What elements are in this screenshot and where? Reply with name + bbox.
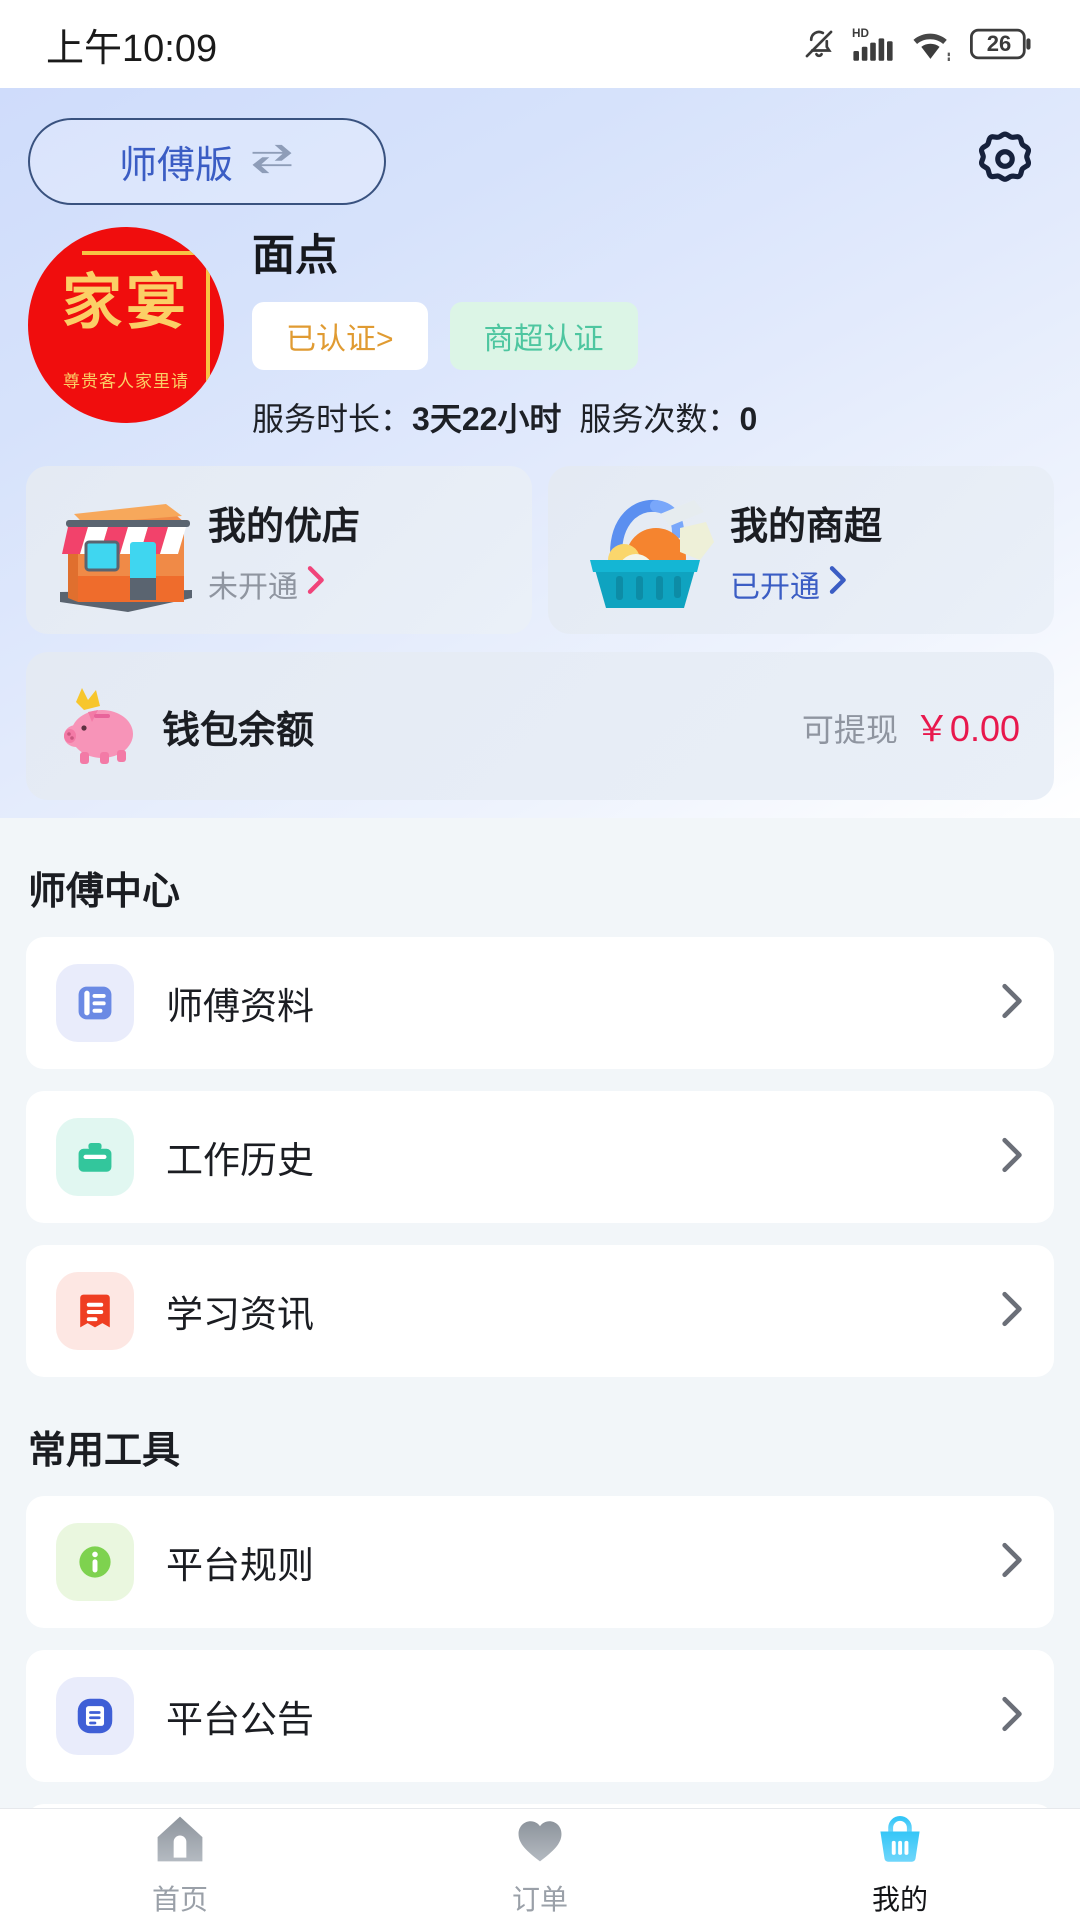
news-document-icon [56, 1272, 134, 1350]
profile-info: 面点 已认证> 商超认证 服务时长：3天22小时 服务次数：0 [224, 227, 757, 440]
swap-arrows-icon [249, 142, 295, 181]
service-count-label: 服务次数： [579, 401, 740, 438]
tab-mine[interactable]: 我的 [720, 1811, 1080, 1918]
header-top-row: 师傅版 [0, 88, 1080, 205]
avatar[interactable]: 家宴 尊贵客人家里请 [28, 227, 224, 423]
store-card-title: 我的优店 [208, 505, 361, 548]
menu-area: 师傅中心 师傅资料 工作历史 学习资讯 常用工具 平台规则 平台公告 [0, 818, 1080, 1848]
basket-icon [871, 1811, 929, 1872]
service-duration-value: 3天22小时 [412, 401, 562, 438]
chevron-right-icon [826, 565, 848, 603]
settings-button[interactable] [972, 129, 1038, 195]
list-item-work-history[interactable]: 工作历史 [26, 1091, 1054, 1223]
chevron-right-icon [998, 982, 1024, 1025]
section-list-common-tools: 平台规则 平台公告 [0, 1496, 1080, 1848]
store-card-shangchao[interactable]: 我的商超 已开通 [548, 466, 1054, 635]
store-card-title: 我的商超 [730, 505, 883, 548]
chevron-right-icon [998, 1695, 1024, 1738]
status-icon-group: HD 26 [802, 25, 1034, 63]
battery-level: 26 [986, 31, 1012, 56]
heart-icon [511, 1811, 569, 1872]
bottom-tab-bar: 首页 订单 我的 [0, 1808, 1080, 1920]
store-card-text: 我的优店 未开通 [202, 495, 360, 606]
info-circle-icon [56, 1523, 134, 1601]
tab-label: 我的 [871, 1884, 928, 1915]
list-item-label: 平台规则 [166, 1545, 314, 1586]
status-bar: 上午10:09 HD 26 [0, 0, 1080, 88]
section-title-common-tools: 常用工具 [28, 1430, 181, 1472]
tab-orders[interactable]: 订单 [360, 1811, 720, 1918]
gear-icon [974, 128, 1036, 195]
avatar-main-text: 家宴 [62, 268, 190, 338]
section-title-master-center: 师傅中心 [28, 871, 181, 913]
avatar-sub-text: 尊贵客人家里请 [63, 372, 189, 391]
wallet-card[interactable]: 钱包余额 可提现 ￥0.00 [26, 652, 1054, 801]
chevron-right-icon [998, 1541, 1024, 1584]
bell-off-icon [802, 26, 836, 62]
status-time: 上午10:09 [46, 27, 218, 70]
list-item-learning-news[interactable]: 学习资讯 [26, 1245, 1054, 1377]
service-count-value: 0 [739, 401, 758, 438]
chevron-right-icon [998, 1136, 1024, 1179]
list-item-master-profile[interactable]: 师傅资料 [26, 937, 1054, 1069]
store-card-status-label: 已开通 [730, 570, 820, 604]
home-icon [151, 1811, 209, 1872]
list-item-platform-rules[interactable]: 平台规则 [26, 1496, 1054, 1628]
piggy-bank-icon [54, 680, 146, 772]
badge-group: 已认证> 商超认证 [252, 302, 757, 371]
id-card-icon [56, 964, 134, 1042]
announcement-icon [56, 1677, 134, 1755]
chevron-right-icon [304, 565, 326, 603]
tab-label: 订单 [511, 1884, 568, 1915]
tab-label: 首页 [151, 1884, 208, 1915]
svg-text:HD: HD [852, 27, 869, 40]
wallet-amount-group: 可提现 ￥0.00 [802, 700, 1020, 752]
wallet-amount: ￥0.00 [913, 708, 1020, 750]
list-item-platform-announcement[interactable]: 平台公告 [26, 1650, 1054, 1782]
wallet-title: 钱包余额 [162, 709, 315, 752]
tab-home[interactable]: 首页 [0, 1811, 360, 1918]
wallet-withdraw-label: 可提现 [801, 712, 898, 749]
battery-icon: 26 [970, 27, 1034, 61]
section-list-master-center: 师傅资料 工作历史 学习资讯 [0, 937, 1080, 1377]
list-item-label: 学习资讯 [166, 1294, 314, 1335]
list-item-label: 平台公告 [166, 1699, 314, 1740]
storefront-icon [42, 480, 202, 620]
profile-name: 面点 [252, 232, 338, 280]
status-badge-certified[interactable]: 已认证> [252, 302, 428, 371]
role-switch-label: 师傅版 [118, 145, 233, 187]
wifi-icon [910, 25, 954, 63]
store-card-status[interactable]: 已开通 [730, 562, 882, 606]
shopping-basket-icon [564, 480, 724, 620]
list-item-label: 师傅资料 [166, 986, 314, 1027]
hd-signal-icon: HD [852, 25, 894, 63]
role-switch-button[interactable]: 师傅版 [28, 118, 386, 205]
profile-header: 师傅版 家宴 尊贵客人家里请 面点 已认证> 商超认证 服务时长：3天22小时 … [0, 88, 1080, 818]
store-card-youdian[interactable]: 我的优店 未开通 [26, 466, 532, 635]
status-badge-mall[interactable]: 商超认证 [449, 302, 638, 371]
store-card-row: 我的优店 未开通 我的商超 已开通 [0, 440, 1080, 635]
store-card-status[interactable]: 未开通 [208, 562, 360, 606]
store-card-status-label: 未开通 [208, 570, 298, 604]
service-stats: 服务时长：3天22小时 服务次数：0 [252, 394, 757, 440]
store-card-text: 我的商超 已开通 [724, 495, 882, 606]
list-item-label: 工作历史 [166, 1140, 314, 1181]
service-duration-label: 服务时长： [252, 401, 413, 438]
briefcase-icon [56, 1118, 134, 1196]
chevron-right-icon [998, 1290, 1024, 1333]
app-root: 上午10:09 HD 26 师傅版 家宴 尊贵客人家里请 面点 已认证> 商超认… [0, 0, 1080, 1920]
profile-row: 家宴 尊贵客人家里请 面点 已认证> 商超认证 服务时长：3天22小时 服务次数：… [0, 205, 1080, 440]
